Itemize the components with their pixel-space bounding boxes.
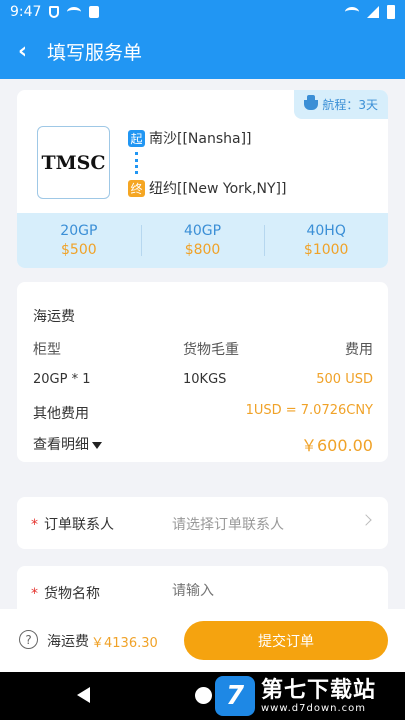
cargo-name-field: * 货物名称 xyxy=(17,566,388,609)
company-logo: TMSC xyxy=(37,126,110,199)
watermark: 7 第七下载站 www.d7down.com xyxy=(215,672,405,720)
fee-total-cny: ￥600.00 xyxy=(301,436,373,455)
price-40hq: 40HQ $1000 xyxy=(264,213,388,268)
bottom-bar: ? 海运费 ￥4136.30 提交订单 xyxy=(0,609,405,672)
fee-table-row: 20GP * 1 10KGS 500 USD xyxy=(33,372,373,387)
freight-title: 海运费 xyxy=(33,309,75,325)
battery-icon xyxy=(387,5,395,19)
header-fee: 费用 xyxy=(345,342,373,358)
origin-label: 南沙[[Nansha]] xyxy=(149,131,252,147)
detail-row: 查看明细 ￥600.00 xyxy=(33,434,373,455)
row-weight: 10KGS xyxy=(183,372,227,387)
exchange-rate: 1USD = 7.0726CNY xyxy=(245,403,373,418)
contact-label: 订单联系人 xyxy=(44,517,114,533)
price-type: 20GP xyxy=(60,223,98,239)
app-bar: ‹ 填写服务单 xyxy=(0,24,405,79)
price-value: $500 xyxy=(61,242,97,258)
price-20gp: 20GP $500 xyxy=(17,213,141,268)
watermark-title: 第七下载站 xyxy=(261,677,377,703)
contact-label-group: * 订单联系人 xyxy=(31,514,114,534)
required-mark: * xyxy=(31,586,38,602)
voyage-badge: 航程：3天 xyxy=(294,90,388,119)
sim-card-icon xyxy=(89,6,100,18)
fee-table-header: 柜型 货物毛重 费用 xyxy=(33,339,373,359)
back-arrow-icon[interactable]: ‹ xyxy=(0,24,45,79)
status-time: 9:47 xyxy=(10,4,42,20)
row-container: 20GP * 1 xyxy=(33,372,91,387)
page-title: 填写服务单 xyxy=(47,42,143,64)
main-content[interactable]: 航程：3天 TMSC 起 南沙[[Nansha]] 终 纽约[[New York… xyxy=(0,79,405,609)
header-container: 柜型 xyxy=(33,342,61,358)
origin-port: 起 南沙[[Nansha]] xyxy=(128,128,252,148)
nav-back-icon[interactable] xyxy=(77,687,90,703)
watermark-url: www.d7down.com xyxy=(261,702,367,714)
status-bar: 9:47 xyxy=(0,0,405,24)
voyage-label: 航程：3天 xyxy=(322,98,378,112)
wifi-signal-icon xyxy=(345,7,359,17)
help-icon[interactable]: ? xyxy=(19,630,38,649)
cell-signal-icon xyxy=(367,6,379,18)
price-type: 40GP xyxy=(183,223,222,239)
wifi-icon xyxy=(67,7,82,17)
route-card: 航程：3天 TMSC 起 南沙[[Nansha]] 终 纽约[[New York… xyxy=(17,90,388,268)
destination-label: 纽约[[New York,NY]] xyxy=(149,181,287,197)
order-contact-field[interactable]: * 订单联系人 请选择订单联系人 xyxy=(17,497,388,549)
other-fees-label: 其他费用 xyxy=(33,406,89,422)
destination-port: 终 纽约[[New York,NY]] xyxy=(128,178,286,198)
header-weight: 货物毛重 xyxy=(183,342,239,358)
origin-tag: 起 xyxy=(128,129,145,147)
contact-select[interactable]: 请选择订单联系人 xyxy=(172,514,352,534)
destination-tag: 终 xyxy=(128,179,145,197)
watermark-logo: 7 xyxy=(215,676,255,716)
chevron-right-icon xyxy=(360,514,372,526)
route-dotted-line xyxy=(135,152,138,174)
cargo-label-group: * 货物名称 xyxy=(31,583,100,603)
nav-home-icon[interactable] xyxy=(195,687,212,704)
row-fee: 500 USD xyxy=(316,372,373,387)
other-fees-row: 其他费用 1USD = 7.0726CNY xyxy=(33,403,373,423)
cargo-name-input[interactable] xyxy=(172,583,352,599)
price-type: 40HQ xyxy=(306,223,346,239)
total-value: ￥4136.30 xyxy=(91,636,158,651)
price-40gp: 40GP $800 xyxy=(140,213,265,268)
view-detail-toggle[interactable]: 查看明细 xyxy=(33,437,102,453)
view-detail-label: 查看明细 xyxy=(33,437,89,453)
freight-fee-card: 海运费 柜型 货物毛重 费用 20GP * 1 10KGS 500 USD 其他… xyxy=(17,282,388,462)
ship-icon xyxy=(304,94,319,110)
total-label: 海运费 xyxy=(47,634,89,650)
price-value: $800 xyxy=(184,242,221,258)
caret-down-icon xyxy=(92,441,102,449)
required-mark: * xyxy=(31,517,38,533)
submit-order-button[interactable]: 提交订单 xyxy=(184,621,388,660)
cargo-label: 货物名称 xyxy=(44,586,100,602)
price-value: $1000 xyxy=(303,242,349,258)
shield-icon xyxy=(49,6,60,18)
container-prices: 20GP $500 40GP $800 40HQ $1000 xyxy=(17,213,388,268)
